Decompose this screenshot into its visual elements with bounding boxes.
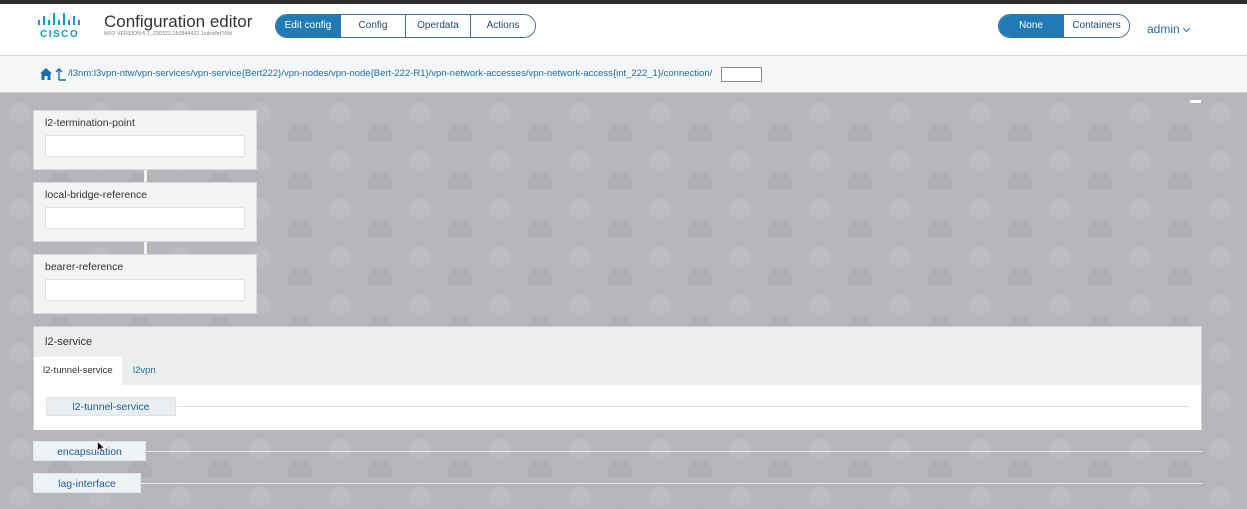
view-containers-button[interactable]: Containers — [1064, 15, 1129, 37]
divider — [141, 483, 1202, 484]
chevron-down-icon — [1182, 24, 1190, 33]
user-name: admin — [1147, 22, 1180, 36]
leaf-local-bridge-reference: local-bridge-reference — [33, 182, 257, 242]
l2-service-tab-content: l2-tunnel-service — [34, 385, 1201, 430]
breadcrumb-path[interactable]: /l3nm:l3vpn-ntw/vpn-services/vpn-service… — [68, 68, 712, 79]
tab-actions[interactable]: Actions — [471, 15, 535, 37]
view-switcher: None Containers — [998, 14, 1130, 38]
l2-termination-point-input[interactable] — [45, 135, 245, 157]
leaf-l2-termination-point: l2-termination-point — [33, 110, 257, 170]
up-level-icon[interactable] — [55, 66, 67, 81]
cisco-logo: CISCO — [36, 13, 86, 43]
path-input[interactable] — [721, 67, 762, 82]
tab-l2-tunnel-service[interactable]: l2-tunnel-service — [34, 357, 122, 385]
app-title: Configuration editor — [104, 12, 253, 31]
connector-line — [144, 242, 147, 254]
tab-edit-config[interactable]: Edit config — [276, 15, 341, 37]
home-icon[interactable] — [39, 67, 53, 81]
collapse-icon[interactable] — [1190, 100, 1201, 103]
connector-line — [144, 170, 147, 182]
bearer-reference-input[interactable] — [45, 279, 245, 301]
leaf-label: local-bridge-reference — [45, 189, 148, 201]
mode-switcher: Edit config Config Operdata Actions — [275, 14, 536, 38]
tab-config[interactable]: Config — [341, 15, 406, 37]
encapsulation-container[interactable]: encapsulation — [33, 441, 146, 461]
l2-tunnel-service-container[interactable]: l2-tunnel-service — [46, 397, 176, 416]
cisco-bridge-icon — [38, 13, 80, 25]
divider — [146, 451, 1202, 452]
cisco-wordmark: CISCO — [40, 29, 80, 40]
leaf-label: l2-termination-point — [45, 117, 135, 129]
user-menu[interactable]: admin — [1147, 22, 1190, 36]
divider — [177, 406, 1189, 407]
mouse-pointer-icon — [97, 441, 105, 453]
view-none-button[interactable]: None — [999, 15, 1064, 37]
tab-operdata[interactable]: Operdata — [406, 15, 471, 37]
l2-service-panel: l2-service l2-tunnel-service l2vpn l2-tu… — [33, 326, 1202, 430]
leaf-label: bearer-reference — [45, 261, 124, 273]
lag-interface-container[interactable]: lag-interface — [33, 473, 141, 493]
tab-l2vpn[interactable]: l2vpn — [124, 357, 165, 385]
l2-service-title: l2-service — [45, 336, 93, 348]
local-bridge-reference-input[interactable] — [45, 207, 245, 229]
leaf-bearer-reference: bearer-reference — [33, 254, 257, 314]
app-version: NSO VERSION:6.1_230322.150844422.1cdcefe… — [104, 31, 232, 37]
